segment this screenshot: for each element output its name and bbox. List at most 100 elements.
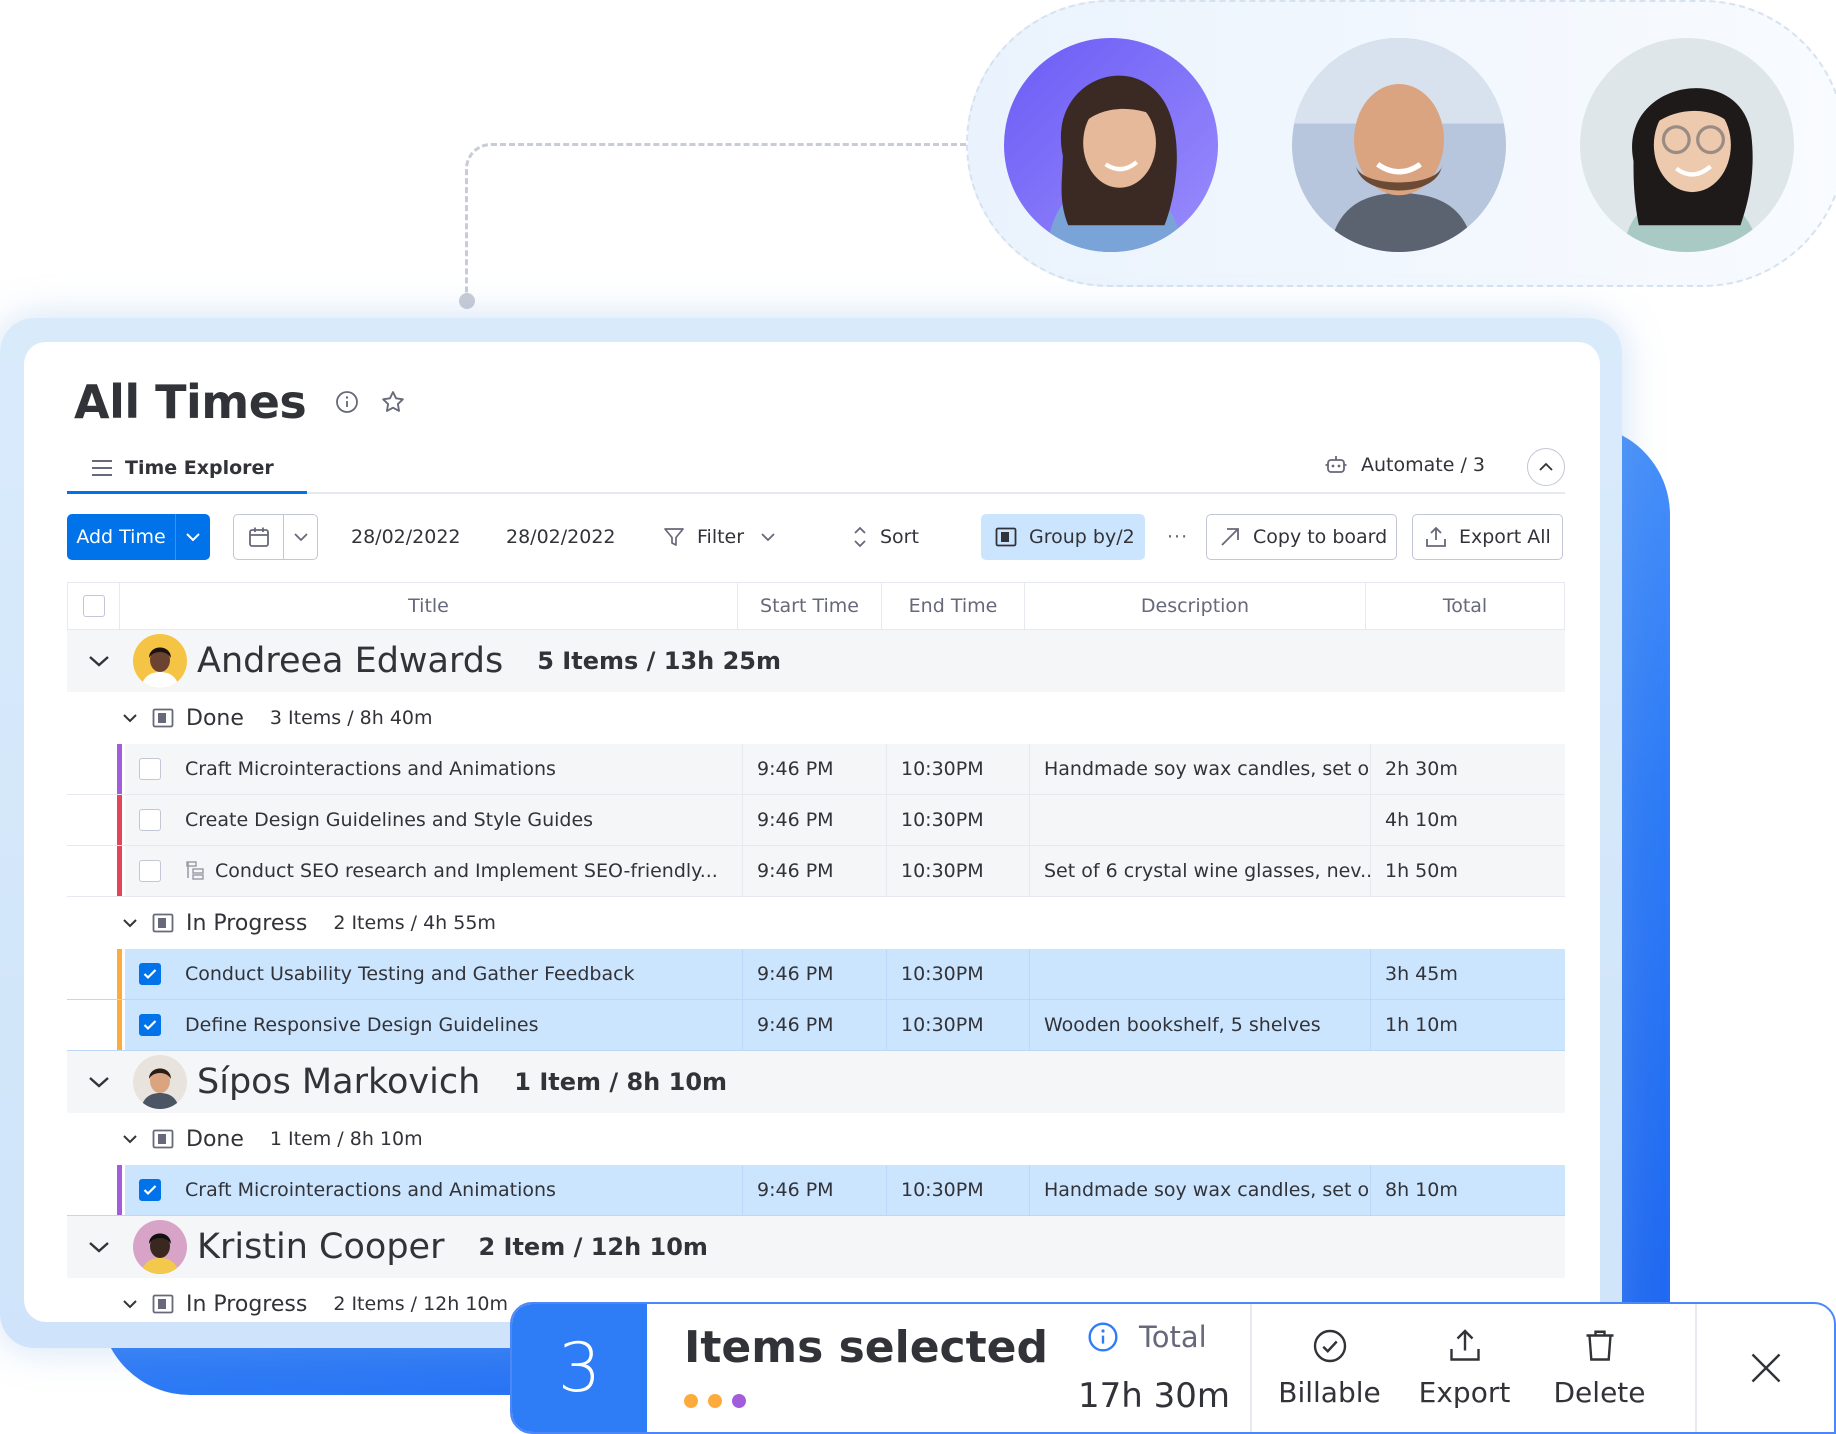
cell-end-time[interactable]: 10:30PM: [887, 744, 1030, 794]
row-title: Conduct Usability Testing and Gather Fee…: [185, 963, 635, 985]
cell-description[interactable]: Handmade soy wax candles, set o...: [1030, 1165, 1371, 1215]
sort-button[interactable]: Sort: [852, 514, 919, 560]
cell-total[interactable]: 2h 30m: [1371, 744, 1565, 794]
cell-description[interactable]: Wooden bookshelf, 5 shelves: [1030, 1000, 1371, 1050]
table-row[interactable]: Conduct SEO research and Implement SEO-f…: [67, 846, 1565, 897]
cell-end-time[interactable]: 10:30PM: [887, 1165, 1030, 1215]
person-group-header: Andreea Edwards 5 Items / 13h 25m: [67, 630, 1565, 692]
chevron-down-icon[interactable]: [122, 918, 138, 928]
chevron-down-icon[interactable]: [122, 1134, 138, 1144]
arrow-up-right-icon: [1219, 526, 1241, 548]
upload-icon: [1447, 1328, 1483, 1364]
cell-end-time[interactable]: 10:30PM: [887, 795, 1030, 845]
row-checkbox[interactable]: [139, 1179, 161, 1201]
row-checkbox[interactable]: [139, 809, 161, 831]
table-row[interactable]: Define Responsive Design Guidelines 9:46 …: [67, 1000, 1565, 1051]
group-name: Done: [186, 705, 244, 731]
cell-end-time[interactable]: 10:30PM: [887, 846, 1030, 896]
team-avatar-man: [1292, 38, 1506, 252]
cell-start-time[interactable]: 9:46 PM: [743, 795, 887, 845]
table-row[interactable]: Craft Microinteractions and Animations 9:…: [67, 744, 1565, 795]
export-button[interactable]: Export: [1397, 1304, 1532, 1432]
team-avatar-woman: [1004, 38, 1218, 252]
cell-title[interactable]: Craft Microinteractions and Animations: [125, 744, 743, 794]
cell-total[interactable]: 1h 10m: [1371, 1000, 1565, 1050]
star-icon[interactable]: [380, 389, 406, 415]
date-picker-button[interactable]: [233, 514, 318, 560]
group-summary: 2 Items / 12h 10m: [333, 1293, 509, 1315]
chevron-down-icon[interactable]: [122, 713, 138, 723]
chevron-down-icon[interactable]: [73, 1240, 125, 1254]
cell-title[interactable]: Define Responsive Design Guidelines: [125, 1000, 743, 1050]
cell-start-time[interactable]: 9:46 PM: [743, 744, 887, 794]
row-checkbox[interactable]: [139, 758, 161, 780]
table-row[interactable]: Create Design Guidelines and Style Guide…: [67, 795, 1565, 846]
status-group-header: Done 1 Item / 8h 10m: [67, 1113, 1565, 1165]
filter-button[interactable]: Filter: [663, 514, 776, 560]
end-date[interactable]: 28/02/2022: [506, 514, 616, 560]
column-title[interactable]: Title: [120, 583, 738, 629]
cell-title[interactable]: Create Design Guidelines and Style Guide…: [125, 795, 743, 845]
cell-total[interactable]: 4h 10m: [1371, 795, 1565, 845]
start-date[interactable]: 28/02/2022: [351, 514, 461, 560]
table-body: Andreea Edwards 5 Items / 13h 25m Done 3 It…: [67, 630, 1565, 1322]
selection-actions: Billable Export Delete: [1252, 1304, 1697, 1432]
group-summary: 3 Items / 8h 40m: [269, 707, 433, 729]
chevron-down-icon[interactable]: [73, 1075, 125, 1089]
add-time-button[interactable]: Add Time: [67, 514, 210, 560]
calendar-icon[interactable]: [234, 515, 284, 559]
cell-title[interactable]: Conduct SEO research and Implement SEO-f…: [125, 846, 743, 896]
row-checkbox[interactable]: [139, 860, 161, 882]
row-title: Define Responsive Design Guidelines: [185, 1014, 539, 1036]
group-icon: [152, 708, 174, 728]
status-color-bar: [117, 795, 122, 845]
add-time-dropdown[interactable]: [175, 514, 210, 560]
cell-end-time[interactable]: 10:30PM: [887, 949, 1030, 999]
filter-label: Filter: [697, 526, 745, 548]
export-all-button[interactable]: Export All: [1412, 514, 1563, 560]
selection-dot: [732, 1394, 746, 1408]
chevron-down-icon[interactable]: [122, 1299, 138, 1309]
group-summary: 1 Item / 8h 10m: [269, 1128, 423, 1150]
cell-description[interactable]: [1030, 949, 1371, 999]
group-by-button[interactable]: Group by/2: [981, 514, 1145, 560]
info-icon[interactable]: [334, 389, 360, 415]
column-start-time[interactable]: Start Time: [738, 583, 882, 629]
cell-total[interactable]: 1h 50m: [1371, 846, 1565, 896]
column-description[interactable]: Description: [1025, 583, 1366, 629]
collapse-button[interactable]: [1527, 448, 1565, 486]
cell-start-time[interactable]: 9:46 PM: [743, 949, 887, 999]
row-checkbox[interactable]: [139, 1014, 161, 1036]
row-checkbox[interactable]: [139, 963, 161, 985]
cell-description[interactable]: Set of 6 crystal wine glasses, nev...: [1030, 846, 1371, 896]
delete-button[interactable]: Delete: [1532, 1304, 1667, 1432]
cell-total[interactable]: 8h 10m: [1371, 1165, 1565, 1215]
cell-start-time[interactable]: 9:46 PM: [743, 1165, 887, 1215]
column-end-time[interactable]: End Time: [882, 583, 1025, 629]
cell-start-time[interactable]: 9:46 PM: [743, 1000, 887, 1050]
cell-title[interactable]: Conduct Usability Testing and Gather Fee…: [125, 949, 743, 999]
more-options-button[interactable]: ···: [1167, 514, 1188, 560]
cell-end-time[interactable]: 10:30PM: [887, 1000, 1030, 1050]
chevron-down-icon[interactable]: [284, 532, 317, 542]
cell-total[interactable]: 3h 45m: [1371, 949, 1565, 999]
cell-description[interactable]: [1030, 795, 1371, 845]
cell-description[interactable]: Handmade soy wax candles, set o...: [1030, 744, 1371, 794]
group-name: Done: [186, 1126, 244, 1152]
info-circle-icon: [1087, 1321, 1119, 1353]
close-button[interactable]: [1697, 1304, 1834, 1432]
select-all-checkbox[interactable]: [82, 595, 105, 617]
title-row: All Times: [74, 372, 406, 432]
table-row[interactable]: Craft Microinteractions and Animations 9:…: [67, 1165, 1565, 1216]
time-tracking-panel: All Times Time Explorer Automate / 3 Add…: [24, 342, 1600, 1322]
automate-button[interactable]: Automate / 3: [1325, 454, 1485, 476]
copy-to-board-button[interactable]: Copy to board: [1206, 514, 1397, 560]
column-total[interactable]: Total: [1366, 583, 1564, 629]
tab-time-explorer[interactable]: Time Explorer: [67, 444, 307, 494]
cell-start-time[interactable]: 9:46 PM: [743, 846, 887, 896]
billable-button[interactable]: Billable: [1262, 1304, 1397, 1432]
table-row[interactable]: Conduct Usability Testing and Gather Fee…: [67, 949, 1565, 1000]
chevron-down-icon[interactable]: [73, 654, 125, 668]
cell-title[interactable]: Craft Microinteractions and Animations: [125, 1165, 743, 1215]
close-icon: [1751, 1353, 1780, 1383]
